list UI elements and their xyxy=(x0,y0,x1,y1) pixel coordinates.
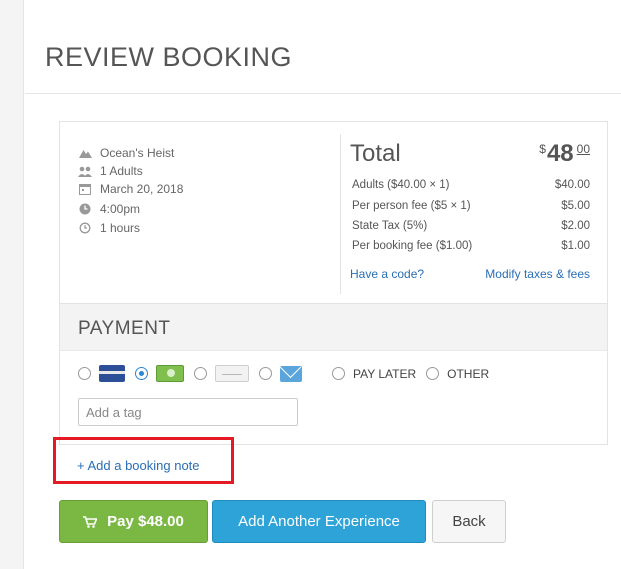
have-a-code-link[interactable]: Have a code? xyxy=(350,267,424,281)
currency-symbol: $ xyxy=(539,142,546,156)
pay-button[interactable]: Pay $48.00 xyxy=(59,500,208,543)
title-divider xyxy=(25,93,621,94)
check-radio[interactable] xyxy=(194,367,207,380)
line-item-label: State Tax (5%) xyxy=(352,220,428,232)
calendar-icon xyxy=(78,183,92,195)
payment-option-card[interactable] xyxy=(78,365,125,382)
payment-title: PAYMENT xyxy=(78,318,171,339)
summary-divider xyxy=(340,134,341,294)
booking-time: 4:00pm xyxy=(100,202,141,216)
total-amount: $ 48 00 xyxy=(539,140,590,168)
check-icon xyxy=(215,365,249,382)
duration-icon xyxy=(78,222,92,234)
back-button[interactable]: Back xyxy=(432,500,506,543)
summary-guests: 1 Adults xyxy=(78,164,143,178)
total-whole: 48 xyxy=(546,140,574,167)
line-item-value: $5.00 xyxy=(561,200,590,212)
invoice-radio[interactable] xyxy=(259,367,272,380)
pay-later-radio[interactable] xyxy=(332,367,345,380)
payment-option-cash[interactable] xyxy=(135,365,184,382)
left-sidebar-strip xyxy=(0,0,24,569)
line-item-value: $40.00 xyxy=(554,179,590,191)
line-item: Per person fee ($5 × 1) $5.00 xyxy=(352,200,590,212)
cash-icon xyxy=(156,365,184,382)
price-breakdown: Total $ 48 00 Adults ($40.00 × 1) $40.00… xyxy=(350,122,590,302)
other-label: OTHER xyxy=(447,366,490,381)
payment-methods: PAY LATER OTHER xyxy=(78,365,499,382)
clock-icon xyxy=(78,203,92,215)
line-item: Per booking fee ($1.00) $1.00 xyxy=(352,240,590,252)
booking-duration: 1 hours xyxy=(100,221,141,235)
guest-count: 1 Adults xyxy=(100,164,143,178)
line-item-label: Per booking fee ($1.00) xyxy=(352,240,473,252)
payment-option-pay-later[interactable]: PAY LATER xyxy=(332,367,416,381)
line-item-label: Adults ($40.00 × 1) xyxy=(352,179,450,191)
card-radio[interactable] xyxy=(78,367,91,380)
line-item: Adults ($40.00 × 1) $40.00 xyxy=(352,179,590,191)
summary-date: March 20, 2018 xyxy=(78,182,183,196)
people-icon xyxy=(78,165,92,177)
summary-time: 4:00pm xyxy=(78,202,140,216)
cash-radio[interactable] xyxy=(135,367,148,380)
modify-taxes-link[interactable]: Modify taxes & fees xyxy=(485,267,590,281)
mail-invoice-icon xyxy=(280,365,302,382)
booking-date: March 20, 2018 xyxy=(100,182,184,196)
summary-duration: 1 hours xyxy=(78,221,140,235)
totals-links: Have a code? Modify taxes & fees xyxy=(350,267,590,281)
pay-button-label: Pay $48.00 xyxy=(107,513,184,530)
booking-summary: Ocean's Heist 1 Adults March 20, 2018 4:… xyxy=(60,122,340,302)
page-title: REVIEW BOOKING xyxy=(45,42,293,72)
add-booking-note-link[interactable]: + Add a booking note xyxy=(77,458,200,473)
line-item-label: Per person fee ($5 × 1) xyxy=(352,200,471,212)
total-label: Total xyxy=(350,140,401,167)
experience-name: Ocean's Heist xyxy=(100,146,175,160)
total-cents: 00 xyxy=(576,142,590,156)
other-radio[interactable] xyxy=(426,367,440,380)
payment-header: PAYMENT xyxy=(60,303,607,351)
line-item-value: $1.00 xyxy=(561,240,590,252)
payment-option-invoice[interactable] xyxy=(259,365,302,382)
cart-icon xyxy=(83,515,98,528)
summary-experience: Ocean's Heist xyxy=(78,146,174,160)
add-another-experience-button[interactable]: Add Another Experience xyxy=(212,500,426,543)
line-item-value: $2.00 xyxy=(561,220,590,232)
booking-card: Ocean's Heist 1 Adults March 20, 2018 4:… xyxy=(59,121,608,445)
tag-input[interactable] xyxy=(78,398,298,426)
line-item: State Tax (5%) $2.00 xyxy=(352,220,590,232)
credit-card-icon xyxy=(99,365,125,382)
payment-option-check[interactable] xyxy=(194,365,249,382)
payment-option-other[interactable]: OTHER xyxy=(426,367,489,381)
mountain-icon xyxy=(78,147,92,159)
pay-later-label: PAY LATER xyxy=(353,366,417,381)
